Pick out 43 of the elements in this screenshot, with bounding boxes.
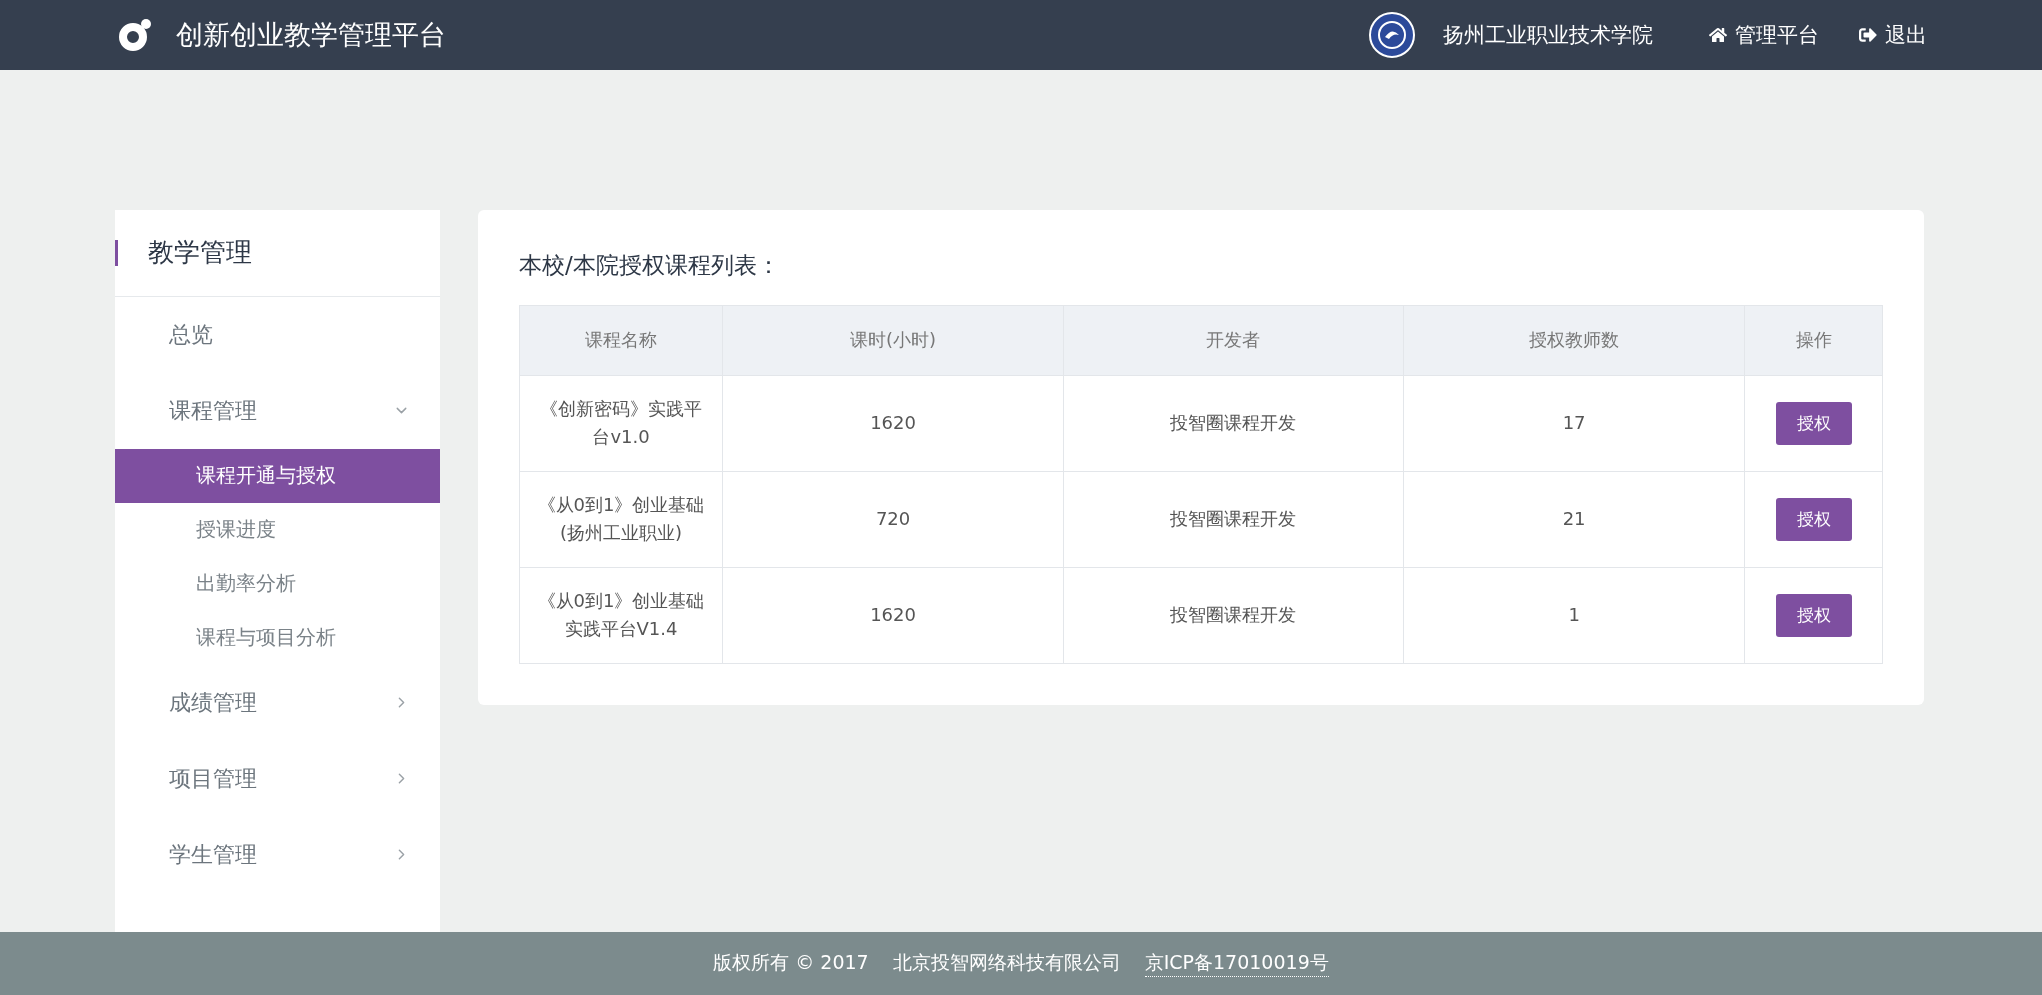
- logo-icon: [118, 16, 154, 53]
- table-cell: 投智圈课程开发: [1063, 471, 1404, 568]
- column-header: 课程名称: [519, 305, 723, 376]
- accent-bar: [115, 239, 118, 266]
- table-cell: 21: [1403, 471, 1745, 568]
- school-emblem-icon: [1369, 11, 1415, 58]
- column-header: 授权教师数: [1403, 305, 1745, 376]
- table-cell: 《创新密码》实践平台v1.0: [519, 375, 723, 472]
- table-cell: 投智圈课程开发: [1063, 567, 1404, 664]
- table-cell: 投智圈课程开发: [1063, 375, 1404, 472]
- menu-item[interactable]: 项目管理: [115, 740, 440, 817]
- table-cell: 《从0到1》创业基础实践平台V1.4: [519, 567, 723, 664]
- table-cell: 1620: [722, 375, 1064, 472]
- column-header: 开发者: [1063, 305, 1404, 376]
- table-cell: 17: [1403, 375, 1745, 472]
- menu-item[interactable]: 成绩管理: [115, 664, 440, 741]
- authorize-button[interactable]: 授权: [1775, 593, 1852, 637]
- menu-item[interactable]: 学生管理: [115, 816, 440, 893]
- submenu-item[interactable]: 课程开通与授权: [115, 448, 440, 503]
- app-title: 创新创业教学管理平台: [176, 17, 446, 52]
- icp-link[interactable]: 京ICP备17010019号: [1144, 949, 1329, 977]
- column-header: 课时(小时): [722, 305, 1064, 376]
- table-cell: 1620: [722, 567, 1064, 664]
- column-header: 操作: [1744, 305, 1883, 376]
- submenu-item[interactable]: 出勤率分析: [115, 556, 440, 611]
- logout-icon: [1859, 25, 1877, 44]
- company-name: 北京投智网络科技有限公司: [892, 950, 1121, 976]
- nav-link[interactable]: 退出: [1859, 20, 1927, 49]
- copyright-text: 版权所有 © 2017: [713, 950, 869, 976]
- table-cell: 1: [1403, 567, 1745, 664]
- section-title: 本校/本院授权课程列表：: [519, 250, 781, 280]
- submenu-item[interactable]: 授课进度: [115, 502, 440, 557]
- authorize-button[interactable]: 授权: [1775, 401, 1852, 445]
- menu-item[interactable]: 总览: [115, 296, 440, 373]
- menu-item[interactable]: 课程管理: [115, 372, 440, 449]
- authorize-button[interactable]: 授权: [1775, 497, 1852, 541]
- submenu-item[interactable]: 课程与项目分析: [115, 610, 440, 665]
- school-name: 扬州工业职业技术学院: [1443, 21, 1653, 49]
- home-icon: [1709, 25, 1727, 44]
- sidebar-title: 教学管理: [148, 236, 252, 270]
- table-cell: 720: [722, 471, 1064, 568]
- table-cell: 《从0到1》创业基础(扬州工业职业): [519, 471, 723, 568]
- nav-link[interactable]: 管理平台: [1709, 20, 1819, 49]
